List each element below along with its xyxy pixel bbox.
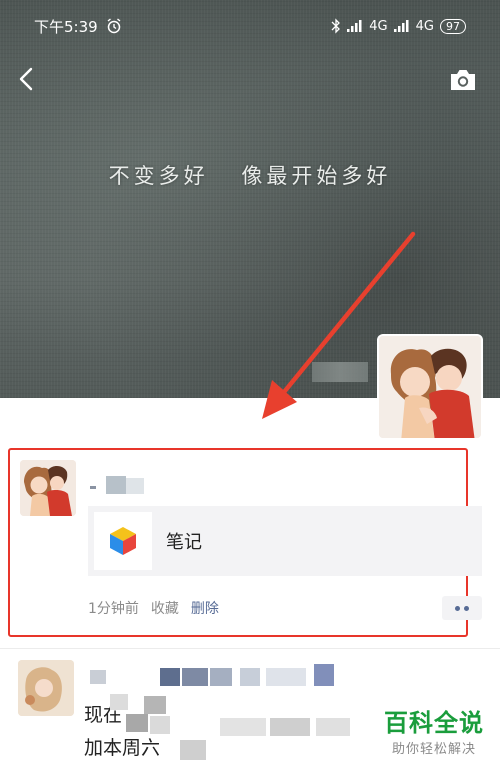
post2-author-avatar[interactable] [18,660,74,716]
link-card-title: 笔记 [166,532,202,553]
post2-text-obscured [110,694,380,764]
more-dot-icon [464,605,469,611]
favorite-button[interactable]: 收藏 [151,598,179,618]
obscured-block [110,694,128,710]
shared-link-card[interactable]: 笔记 [88,506,482,576]
battery-indicator: 97 [440,18,466,34]
post-time: 1分钟前 [88,601,139,617]
avatar-illustration [18,660,74,716]
post-meta: 1分钟前 收藏 删除 [88,598,219,618]
watermark-brand: 百科全说 [384,709,484,737]
bluetooth-icon [331,18,341,34]
feed-divider [0,648,500,649]
obscured-block [144,696,166,714]
obscured-block [126,478,144,494]
obscured-block [210,668,232,686]
obscured-block [220,718,266,736]
signal-icon [347,20,362,32]
obscured-block [180,740,206,760]
cover-caption: 不变多好 像最开始多好 [108,164,392,188]
status-bar: 下午5:39 4G 4G 97 [0,0,500,52]
status-time: 下午5:39 [34,17,98,36]
obscured-block [160,668,180,686]
obscured-block [90,486,96,489]
avatar-illustration [379,336,481,438]
network-type-1: 4G [369,18,388,34]
post-author-avatar[interactable] [20,460,76,516]
obscured-block [106,476,126,494]
profile-avatar[interactable] [377,334,483,440]
obscured-block [90,670,106,684]
obscured-block [270,718,310,736]
network-type-2: 4G [415,18,434,34]
obscured-block [126,714,148,732]
camera-icon[interactable] [448,67,478,93]
alarm-icon [107,18,121,34]
obscured-block [240,668,260,686]
obscured-block [316,718,350,736]
watermark: 百科全说 助你轻松解决 [372,708,496,768]
delete-button[interactable]: 删除 [191,598,219,618]
back-arrow-icon[interactable] [14,66,40,92]
avatar-illustration [20,460,76,516]
moment-post-highlighted: 笔记 1分钟前 收藏 删除 [8,448,482,637]
obscured-block [314,664,334,686]
post2-name-obscured[interactable] [90,664,350,688]
obscured-block [182,668,208,686]
obscured-block [150,716,170,734]
status-right: 4G 4G 97 [331,18,466,34]
signal-icon [393,20,409,32]
watermark-slogan: 助你轻松解决 [391,742,476,757]
obscured-block [266,668,306,686]
note-cube-icon [110,527,136,555]
post-author-name-obscured[interactable] [90,474,150,494]
more-options-button[interactable] [442,596,482,620]
status-time-group: 下午5:39 [34,16,122,37]
more-dot-icon [455,605,460,611]
link-card-thumbnail [94,512,152,570]
